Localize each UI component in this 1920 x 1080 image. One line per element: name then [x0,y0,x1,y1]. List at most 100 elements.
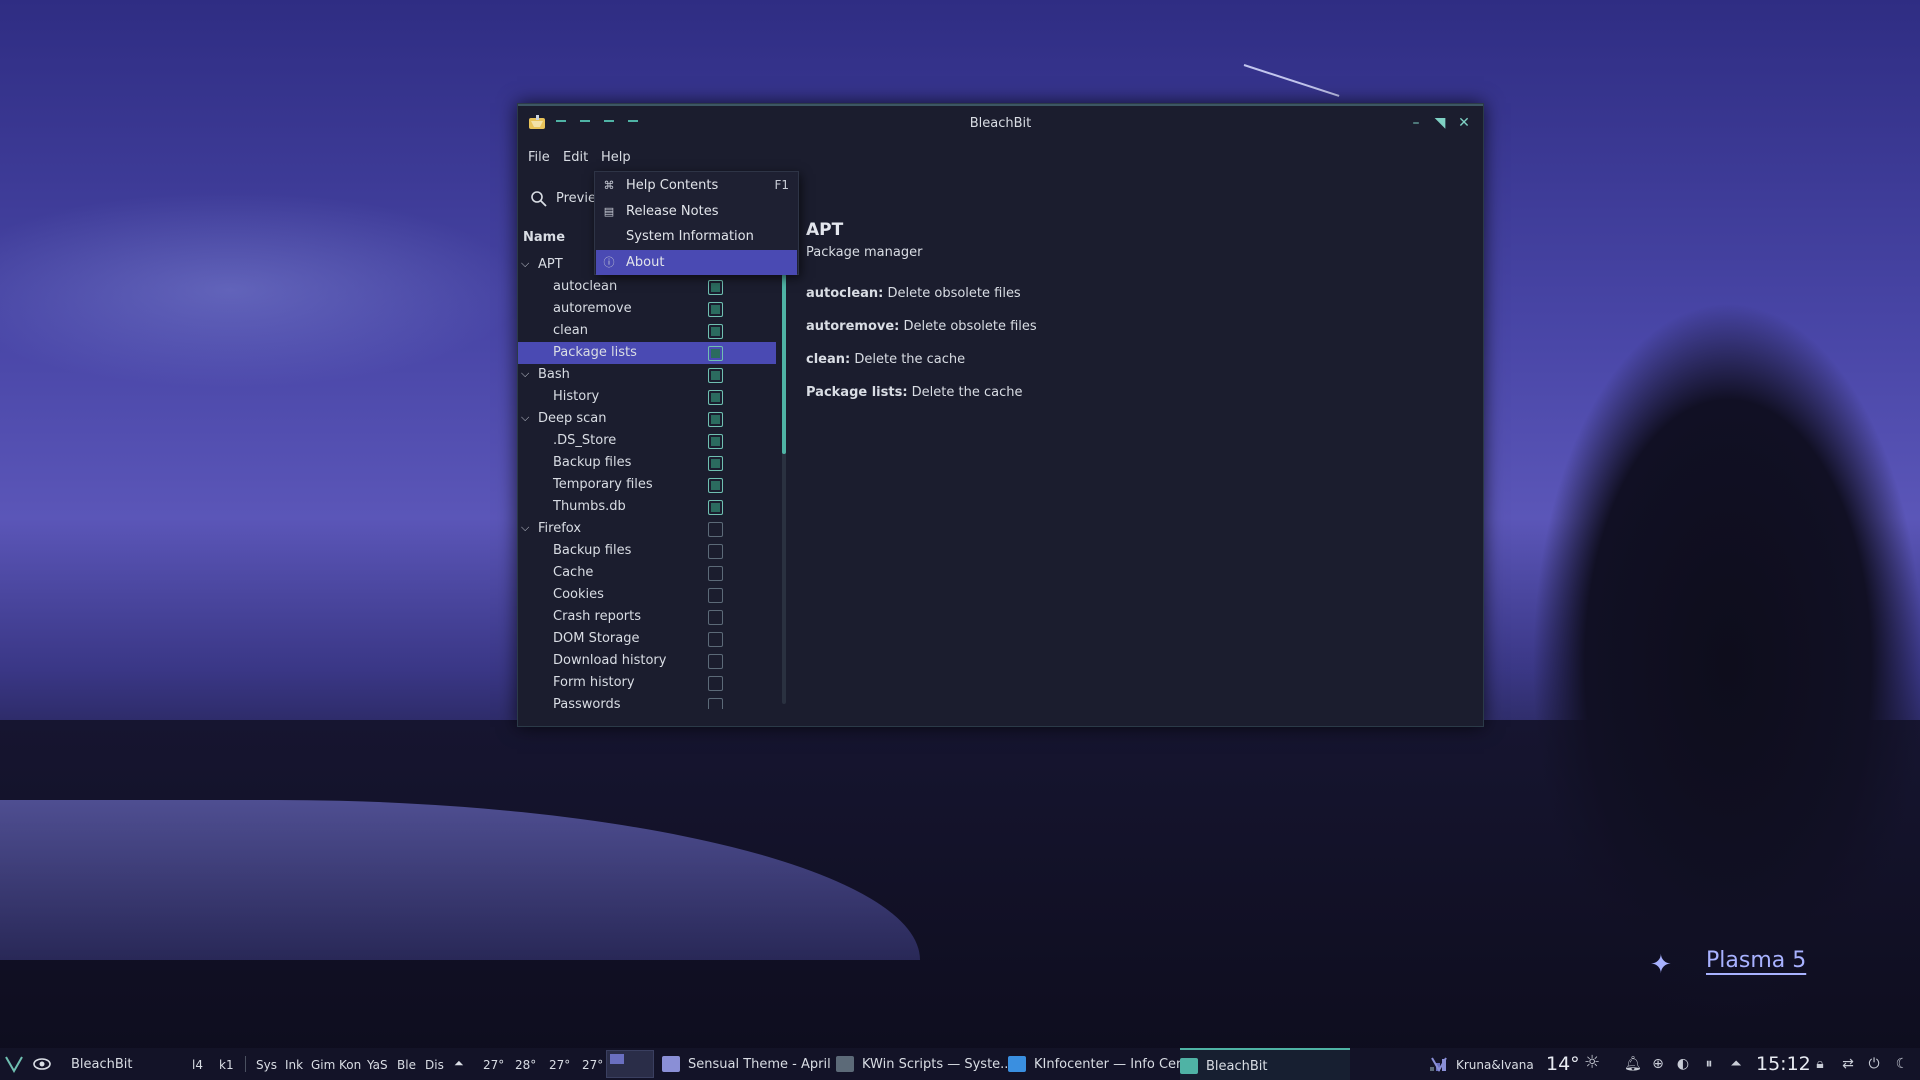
tree-item-label: Passwords [553,697,621,709]
tree-item-checkbox[interactable] [708,654,723,669]
clock[interactable]: 15:12 [1756,1053,1811,1075]
tree-item-cookies[interactable]: Cookies [518,584,776,606]
tree-item-download-history[interactable]: Download history [518,650,776,672]
launcher-gim[interactable]: Gim [311,1058,335,1072]
tree-item-checkbox[interactable] [708,390,723,405]
window-icon [836,1056,854,1072]
taskbar-task[interactable]: KWin Scripts — Syste... [836,1048,1013,1080]
tree-item-checkbox[interactable] [708,478,723,493]
tree-item-checkbox[interactable] [708,676,723,691]
tree-group-deep-scan[interactable]: ⌵ Deep scan [518,408,776,430]
tree-item-package-lists[interactable]: Package lists [518,342,776,364]
tree-item-checkbox[interactable] [708,280,723,295]
tree-item-checkbox[interactable] [708,632,723,647]
tree-item-history[interactable]: History [518,386,776,408]
virtual-desktop-pager[interactable] [606,1050,654,1078]
tree-item-checkbox[interactable] [708,544,723,559]
menu-item-system-information[interactable]: System Information [596,224,797,249]
taskbar-task[interactable]: Sensual Theme - April ... [662,1048,847,1080]
chevron-down-icon[interactable]: ⌵ [521,257,535,271]
eye-icon[interactable] [32,1056,52,1072]
detail-line-desc: Delete the cache [850,352,966,367]
menu-edit[interactable]: Edit [563,150,588,165]
launcher-kon[interactable]: Kon [339,1058,361,1072]
tree-item-ds-store[interactable]: .DS_Store [518,430,776,452]
weather-temperature[interactable]: 14° [1546,1053,1580,1075]
tree-item-checkbox[interactable] [708,566,723,581]
menu-item-about[interactable]: ⓘ About [596,249,797,275]
tree-item-crash-reports[interactable]: Crash reports [518,606,776,628]
menu-item-help-contents[interactable]: ⌘ Help Contents F1 [596,173,797,198]
pager-item[interactable]: l4 [192,1058,203,1072]
tree-item-temporary-files[interactable]: Temporary files [518,474,776,496]
minimize-icon[interactable]: – [1407,114,1425,132]
power-icon[interactable]: ⏻ [1866,1056,1882,1072]
window-titlebar[interactable]: BleachBit – ◥ ✕ [518,104,1483,140]
pager-item[interactable]: k1 [219,1058,234,1072]
tree-item-form-history[interactable]: Form history [518,672,776,694]
kde-launcher-icon[interactable] [4,1055,24,1073]
menu-item-label: Release Notes [626,203,719,219]
tree-item-checkbox[interactable] [708,522,723,537]
tree-item-checkbox[interactable] [708,434,723,449]
launcher-ink[interactable]: Ink [285,1058,303,1072]
tree-item-label: Download history [553,653,667,668]
tree-scrollbar-thumb[interactable] [782,274,786,454]
tree-item-label: DOM Storage [553,631,640,646]
tree-item-thumbs-db[interactable]: Thumbs.db [518,496,776,518]
menu-help[interactable]: Help [601,150,631,165]
tree-item-cache[interactable]: Cache [518,562,776,584]
tree-item-clean[interactable]: clean [518,320,776,342]
sleep-icon[interactable]: ☾ [1894,1056,1910,1072]
tree-item-checkbox[interactable] [708,302,723,317]
launcher-sys[interactable]: Sys [256,1058,277,1072]
launcher-dis[interactable]: Dis [425,1058,444,1072]
tree-item-backup-files[interactable]: Backup files [518,452,776,474]
tree-item-checkbox[interactable] [708,412,723,427]
lock-icon[interactable]: 🔒︎ [1812,1056,1828,1072]
chevron-down-icon[interactable]: ⌵ [521,411,535,425]
switch-user-icon[interactable]: ⇄ [1840,1056,1856,1072]
bell-icon[interactable]: 🔔︎ [1624,1056,1642,1072]
taskbar-task[interactable]: BleachBit [1180,1048,1350,1080]
tree-item-checkbox[interactable] [708,698,723,709]
tree-item-autoclean[interactable]: autoclean [518,276,776,298]
chevron-down-icon[interactable]: ⌵ [521,367,535,381]
tree-item-checkbox[interactable] [708,346,723,361]
detail-line-name: clean: [806,352,851,367]
taskbar-task[interactable]: KInfocenter — Info Cen... [1008,1048,1197,1080]
tree-item-checkbox[interactable] [708,610,723,625]
tree-item-checkbox[interactable] [708,456,723,471]
menu-item-release-notes[interactable]: ▤ Release Notes [596,199,797,224]
sun-icon[interactable]: ☼ [1584,1054,1600,1072]
launcher-yas[interactable]: YaS [367,1058,388,1072]
window-icon [1180,1058,1198,1074]
tree-item-checkbox[interactable] [708,324,723,339]
tree-item-checkbox[interactable] [708,500,723,515]
tree-item-checkbox[interactable] [708,588,723,603]
updates-icon[interactable]: ⊕ [1650,1056,1666,1072]
expand-arrow-icon[interactable]: ⏶ [454,1056,464,1071]
chevron-down-icon[interactable]: ⌵ [521,521,535,535]
close-icon[interactable]: ✕ [1455,114,1473,132]
tray-expand-icon[interactable]: ⏶ [1728,1056,1744,1072]
window-icon [1008,1056,1026,1072]
window-title: BleachBit [969,116,1032,131]
menu-file[interactable]: File [528,150,550,165]
tree-item-autoremove[interactable]: autoremove [518,298,776,320]
maximize-icon[interactable]: ◥ [1431,114,1449,132]
media-pause-icon[interactable]: ⏸︎ [1701,1056,1717,1072]
tree-item-passwords[interactable]: Passwords [518,694,776,709]
tree-item-checkbox[interactable] [708,368,723,383]
tree-item-label: Thumbs.db [553,499,626,514]
tree-group-firefox[interactable]: ⌵ Firefox [518,518,776,540]
launcher-ble[interactable]: Ble [397,1058,416,1072]
detail-line: Package lists: Delete the cache [806,385,1022,400]
display-icon[interactable]: ◐ [1675,1056,1691,1072]
tree-item-backup-files[interactable]: Backup files [518,540,776,562]
release-notes-icon: ▤ [603,204,615,218]
tree-item-label: autoremove [553,301,632,316]
tree-item-dom-storage[interactable]: DOM Storage [518,628,776,650]
tree-group-bash[interactable]: ⌵ Bash [518,364,776,386]
user-launcher-icon[interactable] [1430,1056,1448,1072]
